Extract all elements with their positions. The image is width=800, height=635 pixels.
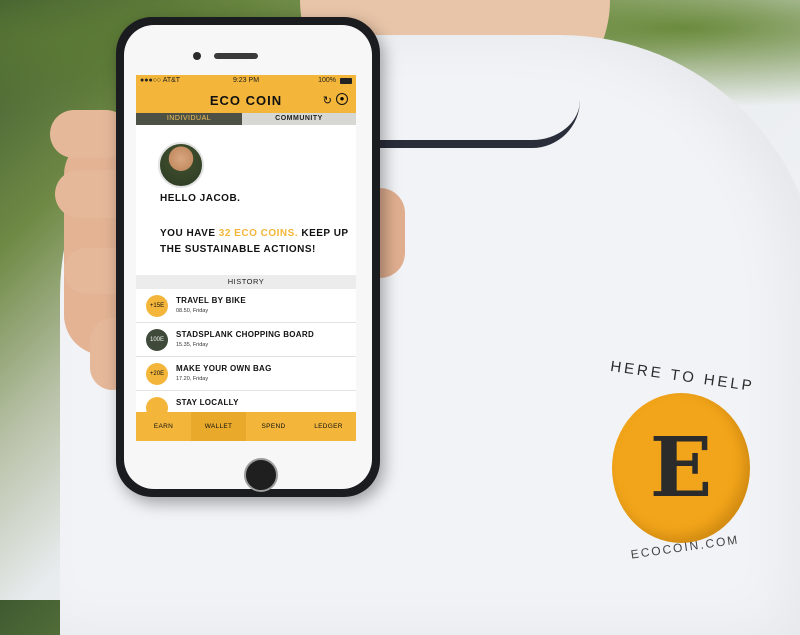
app-header: ECO COIN ↻ ● [136,87,356,113]
avatar [158,142,204,188]
coins-prefix: YOU HAVE [160,228,219,239]
shirt-logo-letter: E [649,420,713,516]
history-item-title: STADSPLANK CHOPPING BOARD [176,330,315,339]
coin-count: 32 ECO COINS. [218,228,299,239]
nav-spend[interactable]: SPEND [246,412,301,441]
status-bar: ●●●○○ AT&T 9:23 PM 100% [136,75,356,87]
profile-icon[interactable]: ● [336,93,348,105]
nav-earn[interactable]: EARN [136,412,191,441]
battery-icon [340,78,352,84]
history-item-title: MAKE YOUR OWN BAG [176,364,272,373]
coin-balance-message: YOU HAVE 32 ECO COINS. KEEP UP THE SUSTA… [160,226,350,258]
history-item-title: TRAVEL BY BIKE [176,296,246,305]
bottom-nav: EARN WALLET SPEND LEDGER [136,412,356,441]
history-item-time: 17.20, Friday [176,376,209,382]
nav-ledger[interactable]: LEDGER [301,412,356,441]
history-header: HISTORY [136,275,356,289]
earpiece-speaker [214,53,258,59]
battery-percent: 100% [318,77,336,84]
history-item[interactable]: +15E TRAVEL BY BIKE 08.50, Friday [136,289,356,323]
history-item-time: 08.50, Friday [176,308,209,314]
refresh-icon[interactable]: ↻ [323,94,332,107]
coin-badge: 100E [146,329,168,351]
greeting-text: HELLO JACOB. [160,193,241,204]
history-item[interactable]: +20E MAKE YOUR OWN BAG 17.20, Friday [136,357,356,391]
history-item-time: 15.35, Friday [176,342,209,348]
coin-badge: +15E [146,295,168,317]
coin-badge: +20E [146,363,168,385]
history-item-title: STAY LOCALLY [176,398,239,407]
tab-community[interactable]: COMMUNITY [242,113,356,125]
history-item[interactable]: 100E STADSPLANK CHOPPING BOARD 15.35, Fr… [136,323,356,357]
nav-wallet[interactable]: WALLET [191,412,246,441]
tab-individual[interactable]: INDIVIDUAL [136,113,242,125]
front-camera [193,52,201,60]
app-screen: ●●●○○ AT&T 9:23 PM 100% ECO COIN ↻ ● IND… [136,75,356,441]
home-button[interactable] [244,458,278,492]
tab-bar: INDIVIDUAL COMMUNITY [136,113,356,125]
